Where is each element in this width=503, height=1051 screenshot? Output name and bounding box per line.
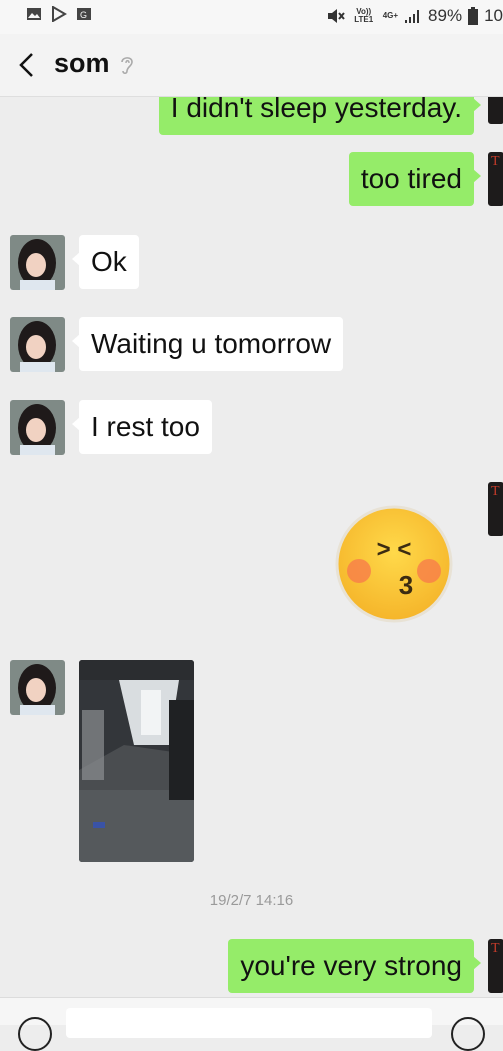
chevron-left-icon[interactable] <box>14 50 42 80</box>
clock: 10 <box>484 6 503 25</box>
received-message-bubble[interactable]: Ok <box>72 235 139 289</box>
svg-text:G: G <box>80 10 87 20</box>
received-message-bubble[interactable]: Waiting u tomorrow <box>71 317 344 371</box>
photo-thumbnail[interactable] <box>79 660 194 862</box>
gallery-icon <box>27 8 41 20</box>
contact-avatar[interactable] <box>10 317 65 372</box>
sticker-mouth: 3 <box>399 570 413 600</box>
message-input[interactable] <box>66 1008 432 1038</box>
maps-icon: G <box>77 8 91 20</box>
message-timestamp: 19/2/7 14:16 <box>209 892 294 909</box>
contact-name[interactable]: som <box>54 48 110 79</box>
contact-avatar[interactable] <box>10 235 65 290</box>
sent-message-bubble[interactable]: I didn't sleep yesterday. <box>158 97 482 135</box>
sticker-eyes: > < <box>377 536 412 563</box>
sent-message-bubble[interactable]: too tired <box>348 152 482 206</box>
message-list[interactable]: I didn't sleep yesterday. T too tired T … <box>0 97 503 997</box>
input-bar <box>0 997 503 1051</box>
own-avatar[interactable]: T <box>488 939 503 993</box>
battery-icon <box>468 7 479 25</box>
own-avatar[interactable]: T <box>488 482 503 536</box>
sent-message-bubble[interactable]: you're very strong <box>228 939 481 993</box>
contact-avatar[interactable] <box>10 660 65 715</box>
kiss-face-emoji-icon[interactable]: > < 3 <box>335 505 453 623</box>
volte-indicator: Vo)) LTE1 <box>354 7 374 24</box>
contact-avatar[interactable] <box>10 400 65 455</box>
own-avatar[interactable]: T <box>488 152 503 206</box>
chat-header: som <box>0 34 503 97</box>
received-message-bubble[interactable]: I rest too <box>72 400 212 454</box>
notification-icons: G <box>26 6 92 22</box>
network-type: 4G+ <box>382 11 399 20</box>
own-avatar[interactable]: T <box>488 97 503 124</box>
ear-icon <box>121 57 133 75</box>
mute-icon <box>327 9 345 23</box>
battery-percent: 89% <box>428 6 463 25</box>
voice-input-icon[interactable] <box>18 1017 52 1051</box>
system-status: Vo)) LTE1 4G+ 89% 10 <box>327 6 503 26</box>
signal-icon <box>405 10 420 23</box>
play-store-icon <box>52 6 67 22</box>
emoji-icon[interactable] <box>451 1017 485 1051</box>
status-bar: G Vo)) LTE1 4G+ 89% 10 <box>0 0 503 34</box>
